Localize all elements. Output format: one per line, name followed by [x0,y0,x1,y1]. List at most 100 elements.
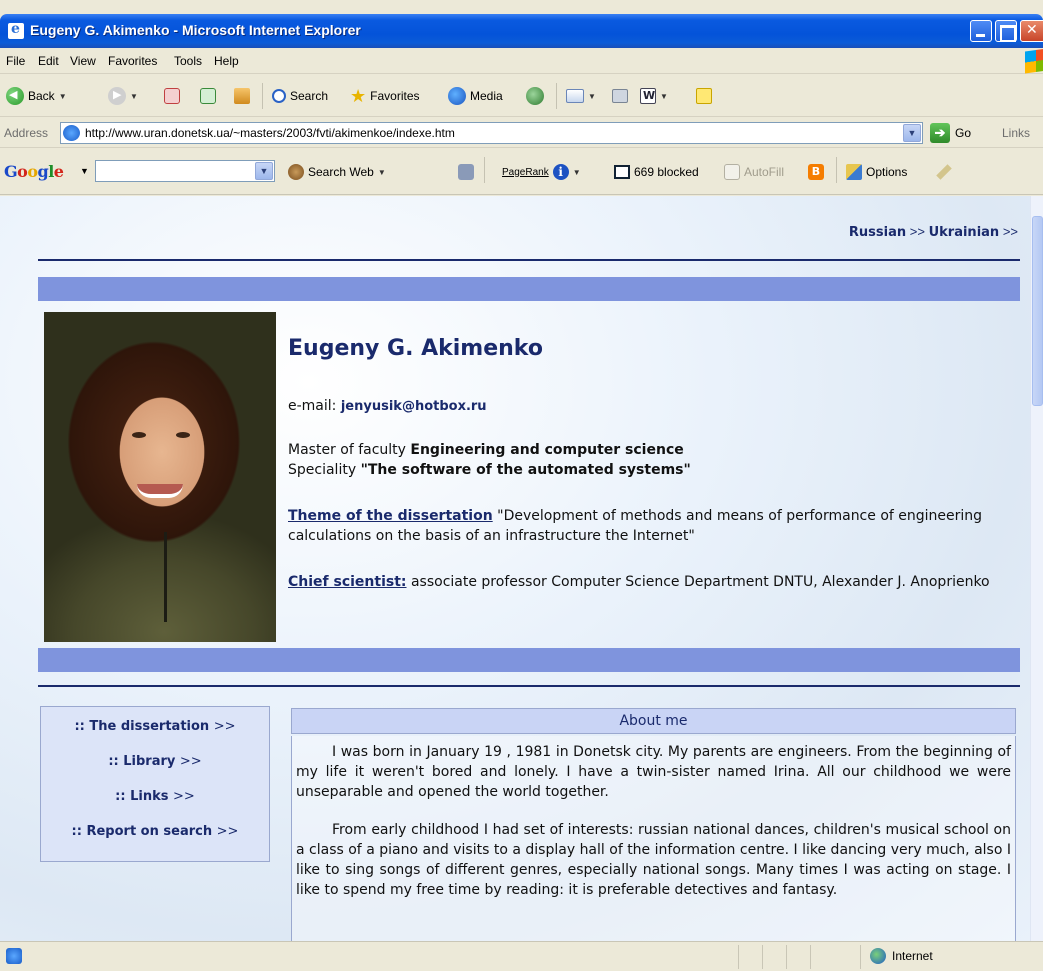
email-label: e-mail: [288,398,337,414]
nav-report-link[interactable]: :: Report on search >> [41,824,269,839]
toolbar-separator [836,157,837,183]
menu-favorites[interactable]: Favorites [108,54,157,68]
chief-text: associate professor Computer Science Dep… [410,574,990,590]
popup-blocker-icon [614,165,630,179]
back-button[interactable]: Back ▼ [6,85,67,107]
browser-window: Eugeny G. Akimenko - Microsoft Internet … [0,0,1043,971]
maximize-button[interactable] [995,20,1017,42]
security-zone[interactable]: Internet [870,948,933,964]
print-button[interactable] [612,85,628,107]
ukrainian-link[interactable]: Ukrainian [929,225,1000,240]
status-pane [860,945,861,969]
stop-icon [164,88,180,104]
google-search-input[interactable]: ▼ [95,160,275,182]
go-button[interactable]: ➔ Go [930,123,971,143]
back-arrow-icon [6,87,24,105]
menu-bar: File Edit View Favorites Tools Help [0,48,1043,74]
favorites-button[interactable]: ★ Favorites [350,85,420,107]
binoculars-icon [288,164,304,180]
russian-link[interactable]: Russian [849,225,906,240]
toolbar-separator [262,83,263,109]
links-button[interactable]: Links [1002,126,1030,140]
photo-eye [132,432,146,438]
speciality-name: "The software of the automated systems" [360,462,691,478]
russian-arrow: >> [909,224,925,239]
photo-eye [176,432,190,438]
page-status-icon [6,948,22,964]
faculty-line: Master of faculty Engineering and comput… [288,440,684,460]
word-icon [640,88,656,104]
close-button[interactable] [1020,20,1043,42]
refresh-icon [200,88,216,104]
blogger-button[interactable]: B [808,161,824,183]
globe-icon [870,948,886,964]
vertical-scrollbar[interactable] [1030,196,1043,941]
menu-help[interactable]: Help [214,54,239,68]
media-icon [448,87,466,105]
theme-label: Theme of the dissertation [288,508,493,524]
language-links: Russian >> Ukrainian >> [849,224,1018,240]
forward-button[interactable]: ▼ [108,85,138,107]
toolbar-separator [556,83,557,109]
status-pane [810,945,811,969]
home-button[interactable] [234,85,250,107]
menu-tools[interactable]: Tools [174,54,202,68]
autofill-button[interactable]: AutoFill [724,161,784,183]
google-search-dropdown-button[interactable]: ▼ [255,162,273,180]
blogger-icon: B [808,164,824,180]
email-link[interactable]: jenyusik@hotbox.ru [341,399,487,414]
history-button[interactable] [526,85,544,107]
info-dropdown-icon: ▼ [572,167,581,177]
title-bar[interactable]: Eugeny G. Akimenko - Microsoft Internet … [0,14,1043,48]
google-menu-dropdown-icon[interactable]: ▼ [80,166,89,176]
nav-library-link[interactable]: :: Library >> [41,754,269,769]
edit-word-button[interactable]: ▼ [640,85,668,107]
footer-band [38,648,1020,672]
google-logo[interactable]: Google [4,162,64,181]
status-pane [786,945,787,969]
mail-dropdown-icon: ▼ [588,91,596,101]
header-band [38,277,1020,301]
windows-logo-icon [1025,48,1043,74]
window-title: Eugeny G. Akimenko - Microsoft Internet … [30,22,361,38]
scrollbar-thumb[interactable] [1032,216,1043,406]
divider-line [38,259,1020,261]
search-button[interactable]: Search [272,85,328,107]
pagerank-indicator[interactable]: PageRank i ▼ [502,161,581,183]
about-text: I was born in January 19 , 1981 in Donet… [291,736,1016,941]
media-button[interactable]: Media [448,85,503,107]
menu-file[interactable]: File [6,54,25,68]
address-label: Address [4,126,49,140]
news-button[interactable] [458,161,474,183]
status-pane [762,945,763,969]
options-button[interactable]: Options [846,161,907,183]
highlighter-button[interactable] [936,161,952,183]
nav-dissertation-link[interactable]: :: The dissertation >> [41,719,269,734]
mail-button[interactable]: ▼ [566,85,596,107]
menu-edit[interactable]: Edit [38,54,59,68]
speciality-prefix: Speciality [288,462,357,478]
notes-icon [696,88,712,104]
address-dropdown-button[interactable]: ▼ [903,124,921,142]
ukrainian-arrow: >> [1002,224,1018,239]
notes-button[interactable] [696,85,712,107]
stop-button[interactable] [164,85,180,107]
star-icon: ★ [350,86,367,106]
search-web-button[interactable]: Search Web ▼ [288,161,386,183]
chief-label: Chief scientist: [288,574,407,590]
minimize-button[interactable] [970,20,992,42]
about-paragraph: From early childhood I had set of intere… [296,822,1011,898]
refresh-button[interactable] [200,85,216,107]
speciality-line: Speciality "The software of the automate… [288,460,691,480]
faculty-prefix: Master of faculty [288,442,406,458]
home-icon [234,88,250,104]
edit-dropdown-icon: ▼ [660,91,668,101]
menu-view[interactable]: View [70,54,96,68]
search-web-dropdown-icon: ▼ [377,167,386,177]
nav-links-link[interactable]: :: Links >> [41,789,269,804]
address-input[interactable]: http://www.uran.donetsk.ua/~masters/2003… [60,122,923,144]
options-icon [846,164,862,180]
mail-icon [566,89,584,103]
popup-blocker-button[interactable]: 669 blocked [614,161,699,183]
google-toolbar: Google ▼ ▼ Search Web ▼ PageRank i ▼ 669… [0,149,1043,195]
